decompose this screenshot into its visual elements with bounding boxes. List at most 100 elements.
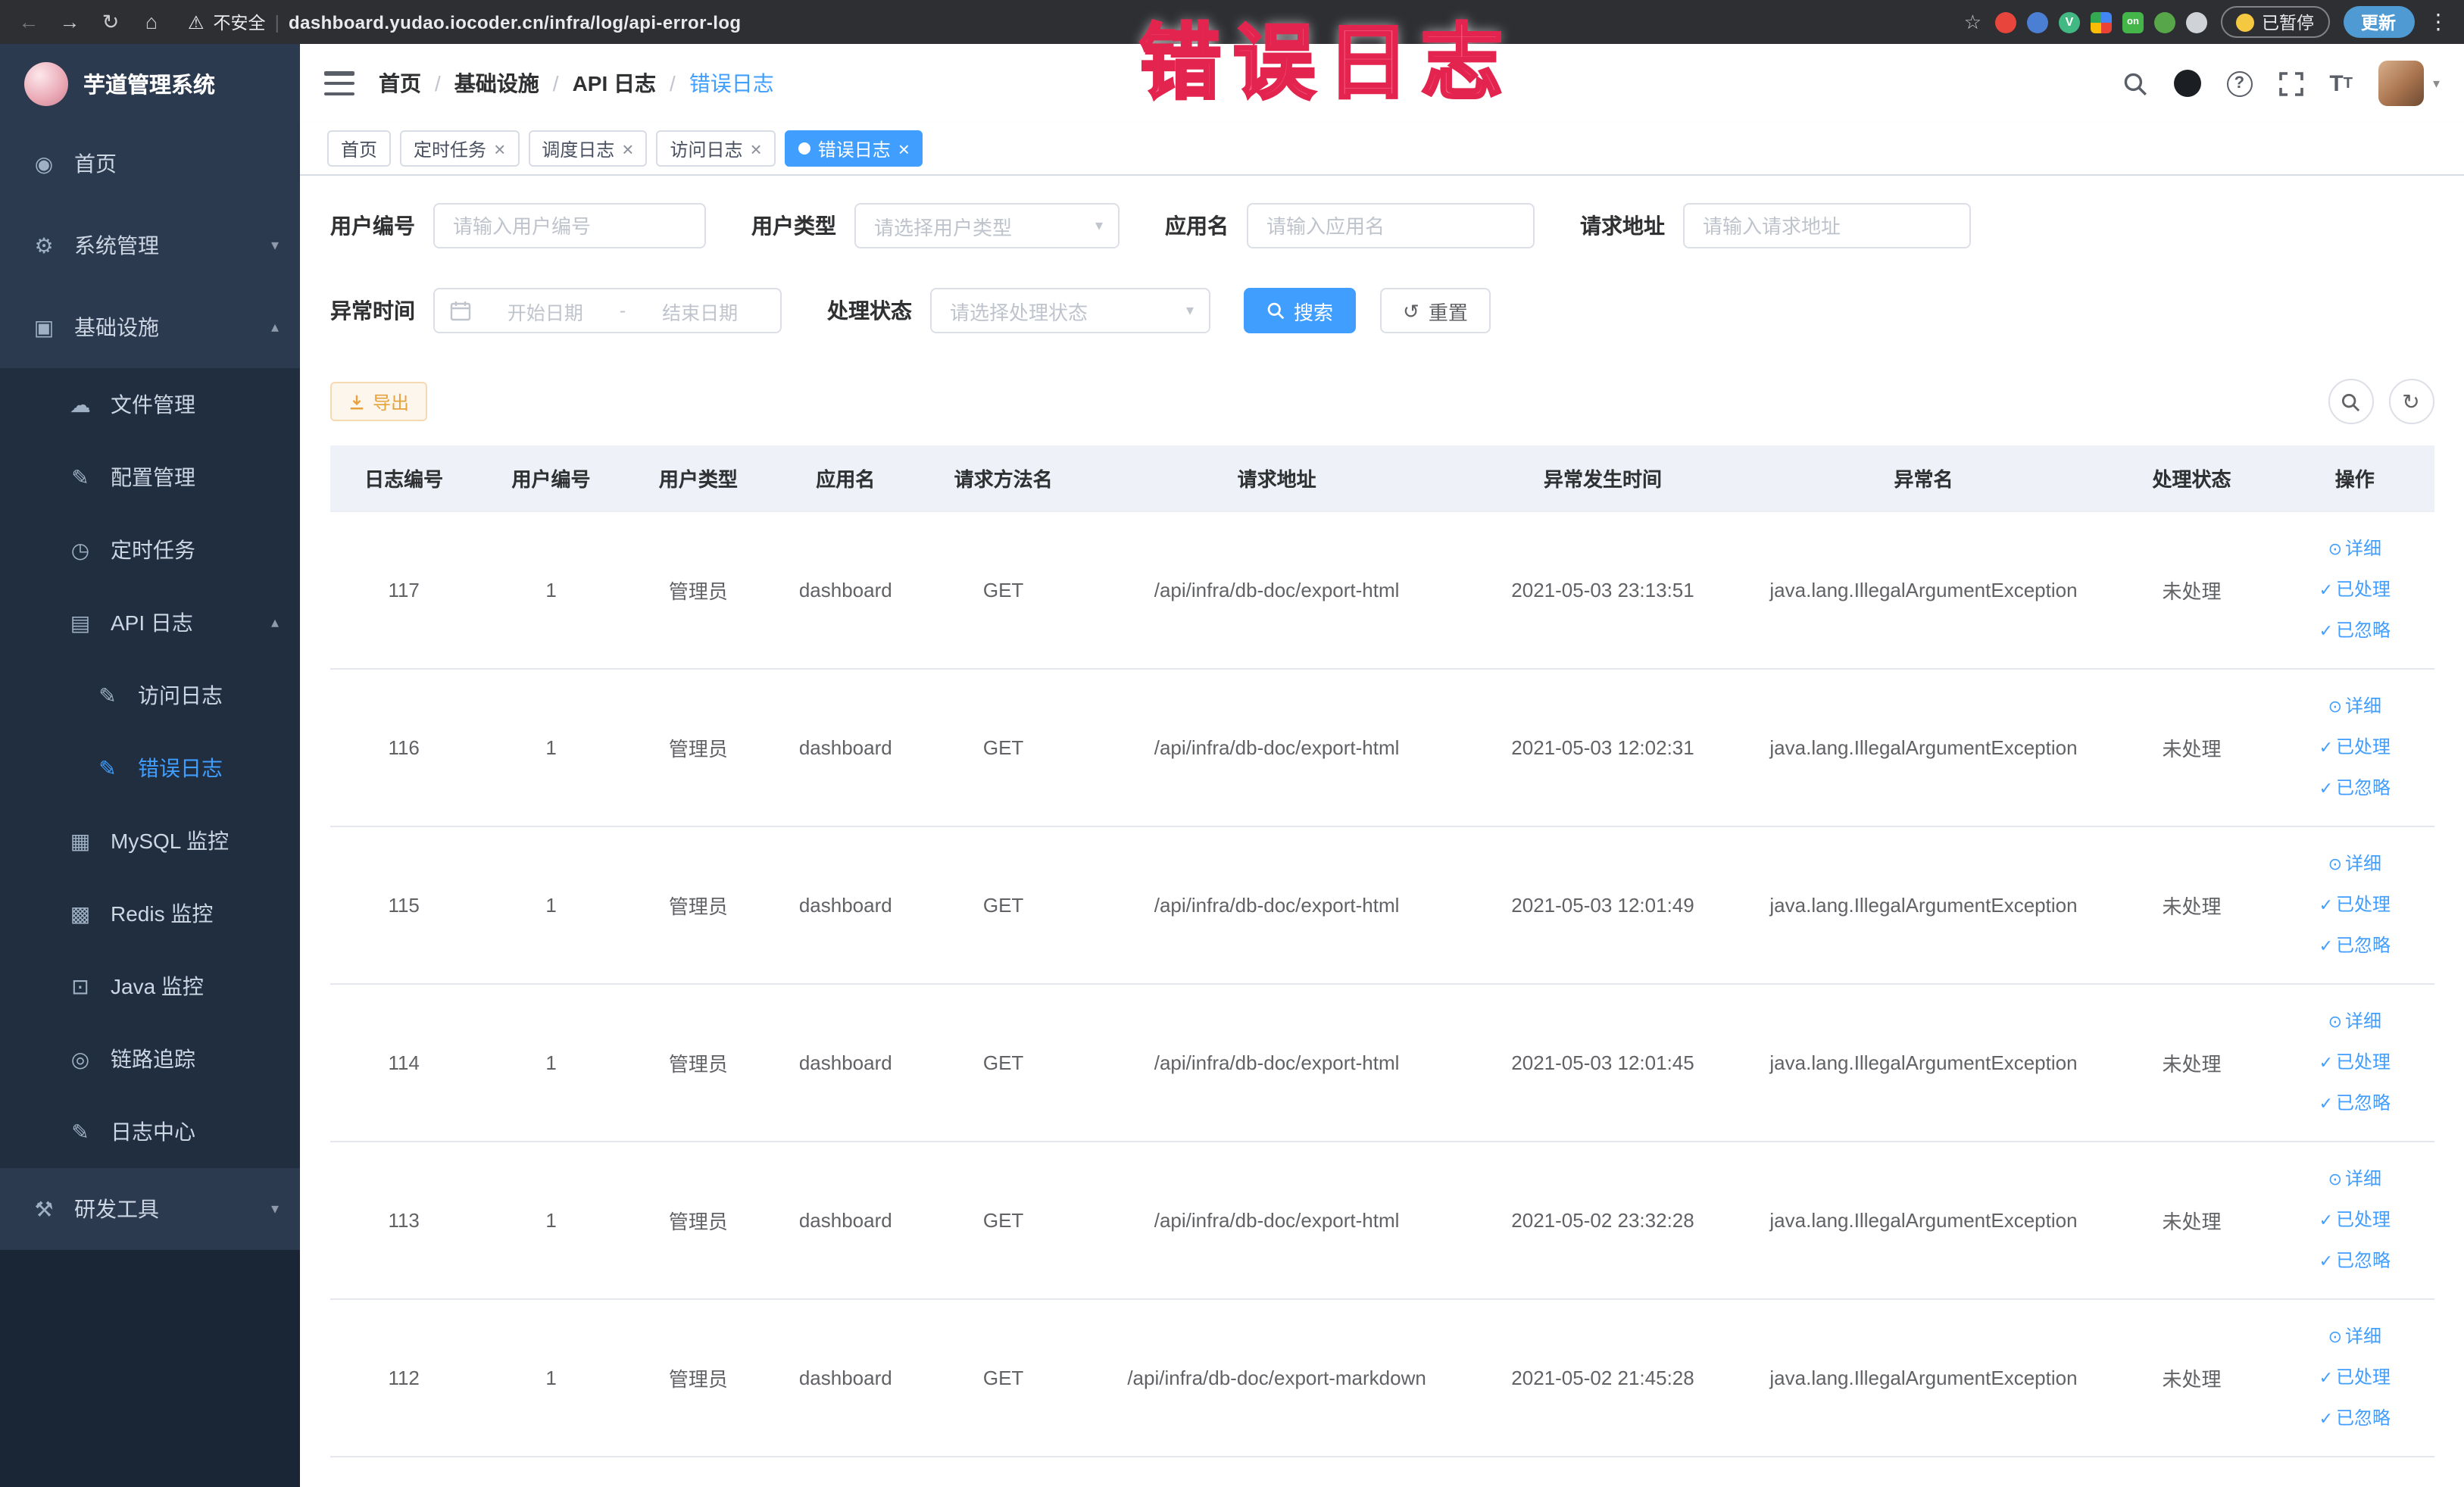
end-date-placeholder: 结束日期 <box>662 302 739 323</box>
sidebar: 芋道管理系统 ◉ 首页 ⚙ 系统管理 ▾ ▣ 基础设施 ▴ ☁ 文件管理 ✎ 配… <box>0 44 300 1487</box>
extension-ghost-icon[interactable] <box>2186 11 2207 33</box>
breadcrumb: 首页 / 基础设施 / API 日志 / 错误日志 <box>379 68 774 98</box>
detail-link[interactable]: ⊙ 详细 <box>2285 528 2425 569</box>
mark-ignored-link[interactable]: ✓ 已忽略 <box>2285 1240 2425 1281</box>
detail-link[interactable]: ⊙ 详细 <box>2285 1316 2425 1357</box>
calendar-icon <box>450 300 471 321</box>
tab-scheduled-jobs[interactable]: 定时任务 × <box>400 130 520 167</box>
browser-menu-icon[interactable]: ⋮ <box>2428 9 2449 35</box>
toggle-search-button[interactable] <box>2328 379 2373 424</box>
back-icon[interactable]: ← <box>15 11 42 33</box>
mark-processed-link[interactable]: ✓ 已处理 <box>2285 1199 2425 1240</box>
sidebar-item-dev-tools[interactable]: ⚒ 研发工具 ▾ <box>0 1168 300 1250</box>
col-status: 处理状态 <box>2107 445 2276 511</box>
avatar <box>2378 61 2424 106</box>
sidebar-item-system[interactable]: ⚙ 系统管理 ▾ <box>0 205 300 286</box>
user-menu[interactable]: ▾ <box>2378 61 2440 106</box>
mark-ignored-link[interactable]: ✓ 已忽略 <box>2285 767 2425 808</box>
detail-link[interactable]: ⊙ 详细 <box>2285 1158 2425 1199</box>
sidebar-item-access-log[interactable]: ✎ 访问日志 <box>0 659 300 732</box>
edit-icon: ✎ <box>71 464 89 489</box>
mark-ignored-link[interactable]: ✓ 已忽略 <box>2285 925 2425 966</box>
url-text[interactable]: dashboard.yudao.iocoder.cn/infra/log/api… <box>289 11 741 33</box>
mark-processed-link[interactable]: ✓ 已处理 <box>2285 1042 2425 1082</box>
close-icon[interactable]: × <box>898 139 910 158</box>
process-status-select[interactable]: 请选择处理状态 ▾ <box>930 288 1210 333</box>
extension-adblock-icon[interactable] <box>1995 11 2016 33</box>
mark-processed-link[interactable]: ✓ 已处理 <box>2285 726 2425 767</box>
sidebar-item-home[interactable]: ◉ 首页 <box>0 123 300 205</box>
sidebar-item-mysql-monitor[interactable]: ▦ MySQL 监控 <box>0 804 300 877</box>
close-icon[interactable]: × <box>751 139 762 158</box>
sidebar-item-api-log[interactable]: ▤ API 日志 ▴ <box>0 586 300 659</box>
mark-processed-link[interactable]: ✓ 已处理 <box>2285 884 2425 925</box>
breadcrumb-api-log[interactable]: API 日志 <box>573 68 656 98</box>
reload-icon[interactable]: ↻ <box>97 10 124 34</box>
extension-vue-icon[interactable]: V <box>2059 11 2080 33</box>
search-button[interactable]: 搜索 <box>1244 288 1357 333</box>
smiley-icon <box>2236 13 2254 31</box>
tab-home[interactable]: 首页 <box>327 130 392 167</box>
dashboard-icon: ◉ <box>34 151 54 175</box>
exception-time-range-picker[interactable]: 开始日期 - 结束日期 <box>433 288 782 333</box>
sidebar-item-file-manage[interactable]: ☁ 文件管理 <box>0 368 300 441</box>
refresh-table-button[interactable]: ↻ <box>2388 379 2434 424</box>
sidebar-item-config-manage[interactable]: ✎ 配置管理 <box>0 441 300 514</box>
mark-ignored-link[interactable]: ✓ 已忽略 <box>2285 1082 2425 1123</box>
tab-access-log[interactable]: 访问日志 × <box>656 130 776 167</box>
detail-link[interactable]: ⊙ 详细 <box>2285 686 2425 726</box>
chevron-down-icon: ▾ <box>2432 75 2440 90</box>
paused-pill[interactable]: 已暂停 <box>2221 6 2329 38</box>
page-header: 首页 / 基础设施 / API 日志 / 错误日志 ? T T ▾ <box>300 44 2464 123</box>
app-logo[interactable]: 芋道管理系统 <box>0 44 300 123</box>
sidebar-item-infra[interactable]: ▣ 基础设施 ▴ <box>0 286 300 368</box>
request-url-input[interactable] <box>1683 203 1971 248</box>
forward-icon[interactable]: → <box>56 11 83 33</box>
github-icon[interactable] <box>2173 70 2201 97</box>
user-id-input[interactable] <box>433 203 706 248</box>
extension-drop-icon[interactable] <box>2027 11 2048 33</box>
sidebar-item-redis-monitor[interactable]: ▩ Redis 监控 <box>0 877 300 950</box>
bookmark-star-icon[interactable]: ☆ <box>1964 10 1982 34</box>
update-button[interactable]: 更新 <box>2343 6 2414 38</box>
search-icon[interactable] <box>2122 70 2147 96</box>
chevron-down-icon: ▾ <box>270 237 279 254</box>
table-row: 113 1 管理员 dashboard GET /api/infra/db-do… <box>330 1141 2434 1299</box>
close-icon[interactable]: × <box>494 139 505 158</box>
sidebar-item-trace[interactable]: ◎ 链路追踪 <box>0 1023 300 1095</box>
eye-icon: ⊙ <box>2328 1013 2342 1031</box>
mark-processed-link[interactable]: ✓ 已处理 <box>2285 569 2425 610</box>
extension-on-icon[interactable]: on <box>2122 11 2144 33</box>
table-row: 115 1 管理员 dashboard GET /api/infra/db-do… <box>330 826 2434 984</box>
sidebar-item-scheduled-jobs[interactable]: ◷ 定时任务 <box>0 514 300 586</box>
tab-error-log[interactable]: 错误日志 × <box>784 130 923 167</box>
sidebar-item-error-log[interactable]: ✎ 错误日志 <box>0 732 300 804</box>
breadcrumb-infra[interactable]: 基础设施 <box>454 68 539 98</box>
user-type-select[interactable]: 请选择用户类型 ▾ <box>854 203 1120 248</box>
close-icon[interactable]: × <box>622 139 633 158</box>
mark-processed-link[interactable]: ✓ 已处理 <box>2285 1357 2425 1398</box>
extension-grid-icon[interactable] <box>2091 11 2112 33</box>
breadcrumb-home[interactable]: 首页 <box>379 68 421 98</box>
reset-button[interactable]: ↺ 重置 <box>1380 288 1491 333</box>
app-name-input[interactable] <box>1247 203 1535 248</box>
help-icon[interactable]: ? <box>2226 70 2253 96</box>
eye-icon: ⊙ <box>2328 1170 2342 1189</box>
address-bar[interactable]: ⚠ 不安全 | dashboard.yudao.iocoder.cn/infra… <box>188 10 741 34</box>
home-icon[interactable]: ⌂ <box>138 11 165 33</box>
sidebar-item-log-center[interactable]: ✎ 日志中心 <box>0 1095 300 1168</box>
chevron-down-icon: ▾ <box>1095 217 1103 234</box>
tab-schedule-log[interactable]: 调度日志 × <box>528 130 648 167</box>
export-button[interactable]: 导出 <box>330 382 428 421</box>
fullscreen-icon[interactable] <box>2278 70 2303 96</box>
mark-ignored-link[interactable]: ✓ 已忽略 <box>2285 1398 2425 1439</box>
mark-ignored-link[interactable]: ✓ 已忽略 <box>2285 610 2425 651</box>
detail-link[interactable]: ⊙ 详细 <box>2285 1001 2425 1042</box>
extension-sprout-icon[interactable] <box>2154 11 2175 33</box>
sidebar-item-java-monitor[interactable]: ⊡ Java 监控 <box>0 950 300 1023</box>
detail-link[interactable]: ⊙ 详细 <box>2285 843 2425 884</box>
font-size-icon[interactable]: TT <box>2329 70 2353 96</box>
status-text: 未处理 <box>2107 826 2276 984</box>
collapse-sidebar-icon[interactable] <box>324 71 354 95</box>
filter-request-url: 请求地址 <box>1580 203 1971 248</box>
